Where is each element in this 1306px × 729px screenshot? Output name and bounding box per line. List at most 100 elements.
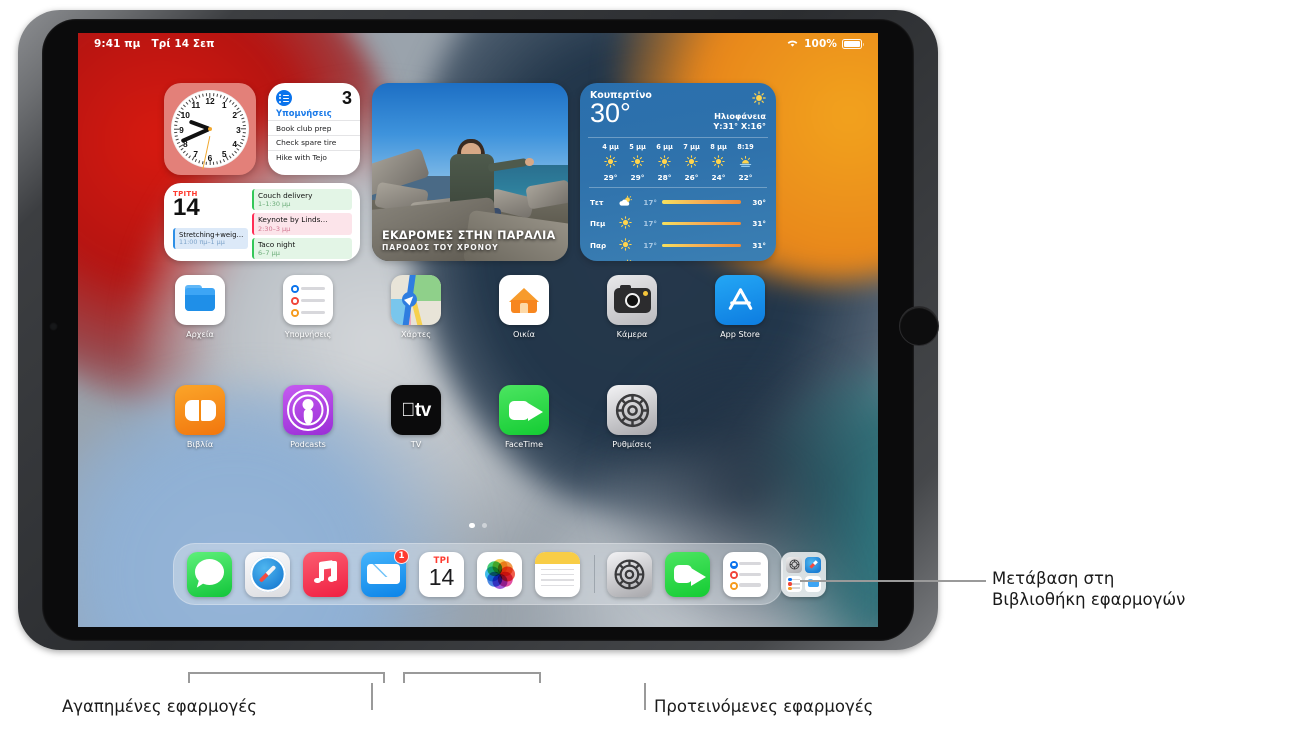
callout-line-app-library: [800, 580, 986, 582]
clock-number-11: 11: [191, 99, 201, 110]
weather-condition: Ηλιοφάνεια: [714, 111, 766, 121]
callout-favorites: Αγαπημένες εφαρμογές: [62, 697, 257, 716]
bracket-suggested-top: [403, 672, 541, 674]
calendar-event[interactable]: Taco night 6–7 μμ: [252, 237, 352, 260]
calendar-event-time: 2:30–3 μμ: [258, 224, 291, 233]
reminder-item[interactable]: Check spare tire: [268, 134, 360, 150]
clock-widget[interactable]: 12 1 2 3 4 5 6 7 8 9 10 11: [164, 83, 256, 175]
app-icon-home[interactable]: Οικία: [488, 275, 560, 339]
app-icon-facetime[interactable]: FaceTime: [488, 385, 560, 449]
calendar-day: 14: [173, 194, 200, 221]
weather-temp-bar: [662, 200, 741, 204]
ipad-device: 9:41 πμ Τρί 14 Σεπ 100% 12 1 2 3 4 5 6 7 8 9 10 11: [18, 10, 939, 650]
dock-icon-app-library[interactable]: [781, 551, 827, 597]
weather-hour-temp: 22°: [738, 173, 753, 183]
files-icon: [175, 275, 225, 325]
weather-daily: Τετ17°30°Πεμ17°31°Παρ17°31°Σαβ17°29°Κυρ1…: [580, 191, 776, 261]
page-indicator[interactable]: [78, 523, 878, 529]
weather-hour-temp: 26°: [684, 173, 699, 183]
sun-icon: [678, 153, 705, 172]
reminders-widget[interactable]: 3 Υπομνήσεις Book club prep Check spare t…: [268, 83, 360, 175]
app-label: Κάμερα: [616, 329, 648, 339]
bracket-favorites-right: [383, 672, 385, 683]
calendar-event[interactable]: Keynote by Linds… 2:30–3 μμ: [252, 213, 352, 235]
camera-icon: [607, 275, 657, 325]
ipad-screen: 9:41 πμ Τρί 14 Σεπ 100% 12 1 2 3 4 5 6 7 8 9 10 11: [78, 33, 878, 627]
dock-icon-mail[interactable]: 1: [361, 548, 409, 597]
status-time: 9:41 πμ: [94, 38, 141, 50]
photos-widget[interactable]: ΕΚΔΡΟΜΕΣ ΣΤΗΝ ΠΑΡΑΛΙΑ ΠΑΡΟΔΟΣ ΤΟΥ ΧΡΟΝΟΥ: [372, 83, 568, 261]
library-quadrant-files: [805, 575, 822, 592]
page-dot-2[interactable]: [481, 523, 487, 529]
clock-number-1: 1: [221, 99, 227, 110]
reminder-item[interactable]: Book club prep: [268, 120, 360, 135]
app-icon-books[interactable]: Βιβλία: [164, 385, 236, 449]
dock-icon-safari[interactable]: [245, 551, 290, 597]
weather-day-label: Τετ: [590, 197, 604, 207]
weather-day-high: 31°: [752, 219, 766, 229]
library-quadrant-safari: [805, 556, 822, 573]
weather-hour-cell: 6 μμ 28°: [651, 143, 678, 182]
weather-hour-cell: 8 μμ 24°: [705, 143, 732, 182]
weather-day-row: Παρ 17° 31°: [580, 234, 776, 256]
reminder-item[interactable]: Hike with Tejo: [268, 149, 360, 165]
weather-hour-temp: 28°: [657, 173, 672, 183]
app-icon-camera[interactable]: Κάμερα: [596, 275, 668, 339]
settings-icon: [607, 385, 657, 435]
page-dot-1[interactable]: [469, 523, 475, 529]
weather-high-low: Υ:31° Χ:16°: [713, 121, 766, 132]
clock-number-4: 4: [232, 138, 237, 149]
app-label: Αρχεία: [186, 329, 214, 339]
app-icon-maps[interactable]: Χάρτες: [380, 275, 452, 339]
app-icon-files[interactable]: Αρχεία: [164, 275, 236, 339]
weather-hourly: 4 μμ 29° 5 μμ 29° 6 μμ 28° 7 μμ 26° 8 μμ 24° 8:19 2…: [588, 137, 768, 182]
app-label: Podcasts: [290, 439, 326, 449]
app-label: Χάρτες: [400, 329, 432, 339]
weather-day-low: 17°: [643, 197, 657, 207]
app-label: Ρυθμίσεις: [612, 439, 652, 449]
weather-day-low: 17°: [643, 240, 657, 250]
calendar-widget[interactable]: ΤΡΙΤΗ 14 Stretching+weig… 11:00 πμ–1 μμ …: [164, 183, 360, 261]
home-button[interactable]: [899, 306, 939, 346]
calendar-main-event[interactable]: Stretching+weig… 11:00 πμ–1 μμ: [173, 228, 248, 249]
app-label: App Store: [720, 329, 760, 339]
dock-icon-notes[interactable]: [535, 551, 580, 597]
widget-area: 12 1 2 3 4 5 6 7 8 9 10 11 3 Υπομνήσεις …: [78, 61, 878, 261]
dock-icon-facetime[interactable]: [665, 551, 711, 597]
library-quadrant-settings: [786, 556, 803, 573]
app-label: FaceTime: [504, 439, 544, 449]
bracket-suggested-stem: [644, 683, 646, 710]
sunset-icon: [732, 153, 759, 172]
sun-icon: [705, 153, 732, 172]
battery-icon: [842, 39, 865, 49]
tv-icon: tv: [391, 385, 441, 435]
weather-hour-cell: 7 μμ 26°: [678, 143, 705, 182]
app-store-icon: [715, 275, 765, 325]
app-icon-app-store[interactable]: App Store: [704, 275, 776, 339]
dock-icon-messages[interactable]: [187, 551, 232, 597]
calendar-event-time: 6–7 μμ: [258, 248, 280, 257]
app-label: Οικία: [513, 329, 535, 339]
weather-temp: 30°: [590, 98, 631, 128]
calendar-main-event-time: 11:00 πμ–1 μμ: [179, 237, 225, 246]
reminders-title: Υπομνήσεις: [276, 108, 332, 119]
dock-icon-photos[interactable]: [477, 551, 522, 597]
dock-icon-calendar[interactable]: ΤΡΙ 14: [419, 551, 464, 597]
app-icon-reminders[interactable]: Υπομνήσεις: [272, 275, 344, 339]
weather-widget[interactable]: Κουπερτίνο 30° Ηλιοφάνεια Υ:31° Χ:16° 4 …: [580, 83, 776, 261]
app-icon-settings[interactable]: Ρυθμίσεις: [596, 385, 668, 449]
dock-icon-reminders[interactable]: [723, 551, 769, 597]
battery-percent: 100%: [804, 38, 837, 50]
calendar-event[interactable]: Couch delivery 1–1:30 μμ: [252, 189, 352, 211]
dock-icon-music[interactable]: [303, 551, 348, 597]
app-icon-podcasts[interactable]: Podcasts: [272, 385, 344, 449]
weather-hour-label: 7 μμ: [683, 143, 700, 152]
weather-day-label: Πεμ: [590, 219, 606, 229]
weather-day-high: 31°: [752, 240, 766, 250]
app-label: Βιβλία: [186, 439, 214, 449]
sun-icon: [617, 214, 634, 233]
weather-hour-label: 5 μμ: [629, 143, 646, 152]
dock-icon-settings[interactable]: [607, 551, 653, 597]
photo-subtitle: ΠΑΡΟΔΟΣ ΤΟΥ ΧΡΟΝΟΥ: [382, 243, 499, 252]
app-icon-tv[interactable]: tv TV: [380, 385, 452, 449]
